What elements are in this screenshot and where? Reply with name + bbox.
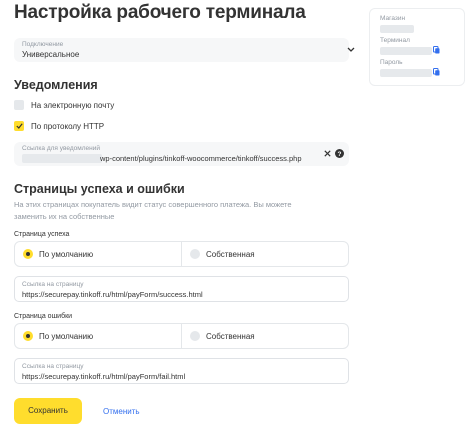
http-checkbox[interactable]: [14, 121, 24, 131]
success-option-custom-label: Собственная: [206, 250, 255, 259]
terminal-label: Терминал: [380, 37, 410, 44]
shop-value-blurred: [380, 25, 414, 33]
pages-heading: Страницы успеха и ошибки: [14, 182, 185, 196]
chevron-down-icon: [347, 47, 355, 52]
success-link-field[interactable]: Ссылка на страницу https://securepay.tin…: [14, 276, 349, 302]
success-link-value: https://securepay.tinkoff.ru/html/payFor…: [22, 290, 203, 299]
http-checkbox-label: По протоколу HTTP: [31, 122, 105, 131]
radio-unselected-icon: [190, 249, 200, 259]
success-page-label: Страница успеха: [14, 231, 70, 238]
error-option-custom-label: Собственная: [206, 332, 255, 341]
success-option-custom[interactable]: Собственная: [181, 241, 349, 267]
connection-value: Универсальное: [22, 50, 80, 59]
shop-label: Магазин: [380, 15, 406, 22]
save-button[interactable]: Сохранить: [14, 398, 82, 424]
success-link-label: Ссылка на страницу: [22, 281, 84, 288]
notification-url-label: Ссылка для уведомлений: [22, 145, 100, 152]
error-page-label: Страница ошибки: [14, 313, 73, 320]
notification-url-value: wp-content/plugins/tinkoff-woocommerce/t…: [100, 154, 302, 163]
radio-selected-icon: [23, 249, 33, 259]
notifications-heading: Уведомления: [14, 78, 98, 92]
connection-select[interactable]: Подключение Универсальное: [14, 38, 355, 62]
cancel-button[interactable]: Отменить: [103, 407, 140, 416]
page-title: Настройка рабочего терминала: [14, 2, 306, 23]
notification-url-field[interactable]: Ссылка для уведомлений wp-content/plugin…: [14, 142, 349, 166]
svg-text:?: ?: [338, 151, 342, 158]
pages-description: На этих страницах покупатель видит стату…: [14, 200, 292, 221]
copy-icon[interactable]: [433, 46, 440, 54]
error-link-value: https://securepay.tinkoff.ru/html/payFor…: [22, 372, 186, 381]
error-link-field[interactable]: Ссылка на страницу https://securepay.tin…: [14, 358, 349, 384]
copy-icon[interactable]: [433, 68, 440, 76]
success-option-default-label: По умолчанию: [39, 250, 94, 259]
error-option-custom[interactable]: Собственная: [181, 323, 349, 349]
radio-unselected-icon: [190, 331, 200, 341]
close-icon[interactable]: [324, 150, 331, 157]
password-value-blurred: [380, 69, 432, 77]
help-icon[interactable]: ?: [335, 149, 344, 158]
password-label: Пароль: [380, 59, 403, 66]
error-link-label: Ссылка на страницу: [22, 363, 84, 370]
check-icon: [16, 123, 23, 129]
radio-selected-icon: [23, 331, 33, 341]
terminal-value-blurred: [380, 47, 432, 55]
email-checkbox[interactable]: [14, 100, 24, 110]
error-option-default[interactable]: По умолчанию: [14, 323, 182, 349]
terminal-info-panel: Магазин Терминал Пароль: [369, 8, 465, 86]
email-checkbox-label: На электронную почту: [31, 101, 115, 110]
error-option-default-label: По умолчанию: [39, 332, 94, 341]
blurred-host: [22, 154, 102, 163]
connection-label: Подключение: [22, 41, 64, 48]
success-option-default[interactable]: По умолчанию: [14, 241, 182, 267]
